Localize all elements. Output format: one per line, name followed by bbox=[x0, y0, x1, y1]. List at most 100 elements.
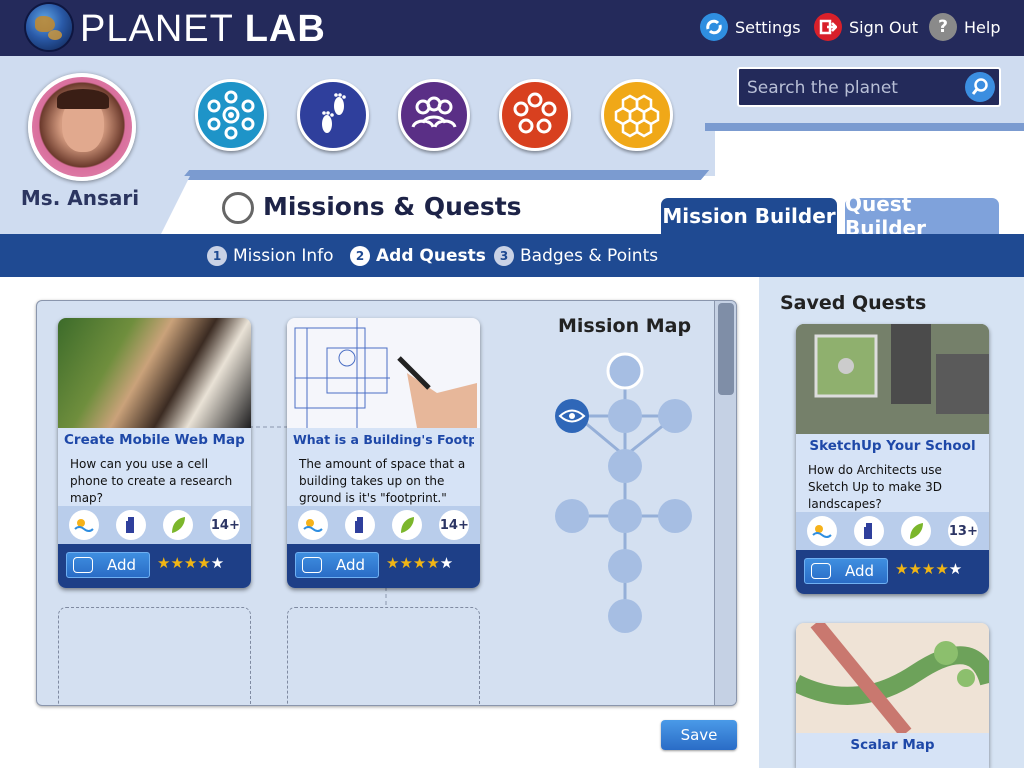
workspace-scrollbar[interactable] bbox=[714, 301, 736, 705]
header-stripe-right bbox=[705, 123, 1024, 131]
add-label: Add bbox=[336, 556, 366, 574]
step-label: Badges & Points bbox=[520, 246, 659, 266]
card-description: How can you use a cell phone to create a… bbox=[70, 457, 233, 505]
star-rating: ★★★★★ bbox=[386, 554, 454, 572]
settings-button[interactable]: Settings bbox=[700, 12, 801, 42]
globe-logo-icon bbox=[26, 4, 72, 50]
missions-icon bbox=[222, 192, 254, 224]
tab-quest-builder-label: Quest Builder bbox=[845, 192, 926, 240]
spray-bottle-icon bbox=[853, 516, 884, 546]
help-icon: ? bbox=[929, 13, 957, 41]
search-input[interactable]: Search the planet bbox=[747, 78, 898, 98]
card-image bbox=[796, 623, 989, 738]
sign-out-label: Sign Out bbox=[849, 17, 918, 37]
step-mission-info[interactable]: 1 Mission Info bbox=[207, 244, 334, 268]
category-footprints-button[interactable] bbox=[297, 79, 369, 151]
step-number: 3 bbox=[494, 246, 514, 266]
add-quest-button[interactable]: Add bbox=[295, 552, 379, 578]
search-box[interactable]: Search the planet bbox=[737, 67, 1001, 107]
category-group-button[interactable] bbox=[398, 79, 470, 151]
scrollbar-thumb[interactable] bbox=[718, 303, 734, 395]
card-image bbox=[796, 324, 989, 434]
age-badge: 14+ bbox=[439, 510, 470, 540]
page-title: Missions & Quests bbox=[263, 192, 522, 221]
flower-icon bbox=[513, 92, 557, 134]
spray-bottle-icon bbox=[115, 510, 146, 540]
add-label: Add bbox=[107, 556, 137, 574]
card-title[interactable]: Create Mobile Web Maps bbox=[64, 432, 245, 448]
sign-out-button[interactable]: Sign Out bbox=[814, 12, 918, 42]
card-description: The amount of space that a building take… bbox=[299, 457, 466, 505]
user-avatar[interactable] bbox=[28, 73, 136, 181]
help-label: Help bbox=[964, 17, 1001, 37]
age-badge: 14+ bbox=[210, 510, 241, 540]
add-label: Add bbox=[845, 562, 875, 580]
leaf-icon bbox=[392, 510, 423, 540]
card-icon-row: 13+ bbox=[796, 512, 989, 550]
step-badges-points[interactable]: 3 Badges & Points bbox=[494, 244, 658, 268]
settings-label: Settings bbox=[735, 17, 801, 37]
add-quest-button[interactable]: Add bbox=[66, 552, 150, 578]
header-stripe bbox=[180, 170, 710, 180]
weather-icon bbox=[68, 510, 99, 540]
search-icon bbox=[971, 78, 988, 95]
card-title[interactable]: What is a Building's Footprint? bbox=[293, 432, 474, 447]
search-button[interactable] bbox=[965, 72, 995, 102]
footprints-icon bbox=[322, 93, 346, 133]
step-number: 2 bbox=[350, 246, 370, 266]
step-label: Mission Info bbox=[233, 246, 334, 266]
tab-mission-builder-label: Mission Builder bbox=[662, 204, 836, 228]
step-add-quests[interactable]: 2 Add Quests bbox=[350, 244, 486, 268]
category-flower-button[interactable] bbox=[499, 79, 571, 151]
star-rating: ★★★★★ bbox=[895, 560, 963, 578]
eye-network-icon bbox=[207, 90, 255, 140]
leaf-icon bbox=[901, 516, 932, 546]
card-image bbox=[58, 318, 251, 428]
card-footer: Add ★★★★★ bbox=[58, 544, 251, 588]
user-name: Ms. Ansari bbox=[20, 186, 140, 210]
card-icon-row: 14+ bbox=[287, 506, 480, 544]
empty-quest-slot[interactable] bbox=[58, 607, 251, 705]
mission-workspace: Create Mobile Web Maps How can you use a… bbox=[36, 300, 737, 706]
tab-quest-builder[interactable]: Quest Builder bbox=[843, 192, 1001, 240]
group-icon bbox=[411, 96, 457, 128]
quest-card[interactable]: Create Mobile Web Maps How can you use a… bbox=[58, 318, 251, 588]
settings-icon bbox=[700, 13, 728, 41]
brand-bold: LAB bbox=[244, 8, 326, 50]
hexagon-honeycomb-icon bbox=[614, 94, 660, 138]
step-number: 1 bbox=[207, 246, 227, 266]
header-corner bbox=[160, 176, 190, 236]
leaf-icon bbox=[163, 510, 194, 540]
card-icon-row: 14+ bbox=[58, 506, 251, 544]
add-group-icon bbox=[811, 563, 831, 579]
mission-map bbox=[555, 352, 692, 633]
spray-bottle-icon bbox=[344, 510, 375, 540]
saved-quest-card[interactable]: Scalar Map bbox=[796, 623, 989, 768]
card-title[interactable]: SketchUp Your School bbox=[802, 438, 983, 454]
add-group-icon bbox=[302, 557, 322, 573]
step-label: Add Quests bbox=[376, 246, 486, 266]
category-eye-network-button[interactable] bbox=[195, 79, 267, 151]
card-description: How do Architects use Sketch Up to make … bbox=[808, 463, 942, 511]
saved-quest-card[interactable]: SketchUp Your School How do Architects u… bbox=[796, 324, 989, 594]
card-footer: Add ★★★★★ bbox=[796, 550, 989, 594]
weather-icon bbox=[297, 510, 328, 540]
category-honeycomb-button[interactable] bbox=[601, 79, 673, 151]
help-button[interactable]: ? Help bbox=[929, 12, 1000, 42]
empty-quest-slot[interactable] bbox=[287, 607, 480, 705]
weather-icon bbox=[806, 516, 837, 546]
card-image bbox=[287, 318, 480, 428]
brand-light: PLANET bbox=[80, 8, 245, 50]
add-group-icon bbox=[73, 557, 93, 573]
saved-quests-title: Saved Quests bbox=[780, 292, 927, 314]
card-title[interactable]: Scalar Map bbox=[802, 737, 983, 753]
star-rating: ★★★★★ bbox=[157, 554, 225, 572]
tab-mission-builder[interactable]: Mission Builder bbox=[659, 196, 839, 234]
mission-map-title: Mission Map bbox=[558, 315, 692, 337]
quest-card[interactable]: What is a Building's Footprint? The amou… bbox=[287, 318, 480, 588]
add-quest-button[interactable]: Add bbox=[804, 558, 888, 584]
card-footer: Add ★★★★★ bbox=[287, 544, 480, 588]
age-badge: 13+ bbox=[948, 516, 979, 546]
save-button[interactable]: Save bbox=[661, 720, 737, 750]
app-logo[interactable]: PLANET LAB bbox=[80, 8, 326, 51]
